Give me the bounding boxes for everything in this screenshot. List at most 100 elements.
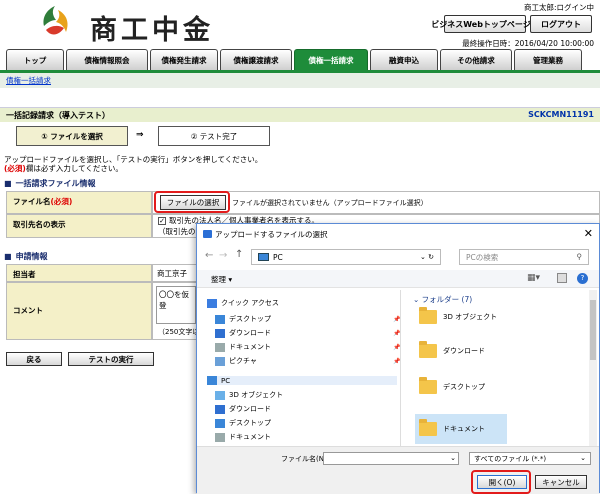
tab-6[interactable]: その他請求: [440, 49, 512, 70]
filetype-select[interactable]: すべてのファイル (*.*) ⌄: [469, 452, 591, 465]
comment-limit: （250文字以: [158, 328, 200, 336]
search-box[interactable]: PCの検索 ⚲: [459, 249, 589, 265]
nav-item[interactable]: デスクトップ 📌: [215, 314, 400, 324]
instruction-line-2: (必須)欄は必ず入力してください。: [4, 163, 123, 174]
file-status-text: ファイルが選択されていません（アップロードファイル選択）: [232, 199, 428, 207]
nav-item-label: ピクチャ: [229, 357, 257, 365]
section-upload-title: 一括請求ファイル情報: [15, 179, 96, 188]
comment-label: コメント: [6, 282, 152, 340]
page-title-bar: 一括記録請求（導入テスト） SCKCMN11191: [0, 107, 600, 122]
comment-textarea[interactable]: 〇〇を仮登: [156, 286, 196, 324]
nav-item[interactable]: デスクトップ: [215, 418, 271, 428]
user-status: 商工太郎:ログイン中: [523, 3, 594, 12]
counterparty-label: 取引先名の表示: [6, 214, 152, 238]
logo-mark-icon: [43, 6, 68, 35]
folder-label: デスクトップ: [443, 383, 485, 391]
nav-item-label: ダウンロード: [229, 329, 271, 337]
pin-icon: 📌: [393, 315, 401, 323]
folder-group-header: ⌄ フォルダー (7): [413, 295, 473, 304]
back-arrow-icon[interactable]: ←: [205, 250, 213, 261]
pin-icon: 📌: [393, 329, 401, 337]
step-arrow: ⇒: [136, 130, 144, 140]
tab-4[interactable]: 債権一括請求: [294, 49, 368, 70]
folder-group-label: フォルダー (7): [421, 295, 473, 304]
vertical-scrollbar[interactable]: [589, 290, 597, 466]
run-test-button[interactable]: テストの実行: [68, 352, 154, 366]
nav-item-label: 3D オブジェクト: [229, 391, 284, 399]
tab-5[interactable]: 融資申込: [370, 49, 438, 70]
view-options-icon[interactable]: ▦▾: [527, 273, 540, 283]
folder-item[interactable]: デスクトップ: [419, 377, 485, 394]
breadcrumb: 債権一括請求: [0, 73, 600, 88]
file-required-mark: (必須): [50, 197, 73, 206]
filetype-value: すべてのファイル (*.*): [474, 455, 547, 463]
nav-item-label: ダウンロード: [229, 405, 271, 413]
logo-text: 商工中金: [90, 15, 214, 46]
forward-arrow-icon[interactable]: →: [219, 250, 227, 261]
folder-item[interactable]: ダウンロード: [419, 341, 485, 358]
nav-item-label: クイック アクセス: [221, 299, 279, 307]
organize-menu[interactable]: 整理 ▾: [211, 274, 232, 285]
section-applicant-heading: ■ 申請情報: [4, 252, 48, 261]
browser-icon: [203, 230, 212, 238]
required-note: 欄は必ず入力してください。: [25, 164, 123, 173]
navigation-pane: クイック アクセス デスクトップ 📌 ダウンロード 📌 ドキュメント 📌 ピクチャ 📌 PC 3D …: [203, 290, 401, 466]
nav-item-label: ドキュメント: [229, 433, 271, 441]
tab-7[interactable]: 管理業務: [514, 49, 582, 70]
file-list-pane: ⌄ フォルダー (7) 3D オブジェクトダウンロードデスクトップドキュメント: [407, 290, 589, 466]
scroll-thumb[interactable]: [590, 300, 596, 360]
breadcrumb-link[interactable]: 債権一括請求: [6, 76, 51, 85]
folder-icon: [419, 419, 437, 436]
back-button[interactable]: 戻る: [6, 352, 62, 366]
address-path: PC: [273, 252, 283, 262]
dialog-toolbar: 整理 ▾ ▦▾ ?: [197, 270, 599, 288]
search-placeholder: PCの検索: [466, 253, 499, 262]
cancel-button[interactable]: キャンセル: [535, 475, 587, 489]
dialog-title-bar: アップロードするファイルの選択 ✕: [197, 224, 599, 244]
folder-item[interactable]: ドキュメント: [415, 414, 507, 444]
tab-1[interactable]: 債権情報照会: [66, 49, 148, 70]
highlight-choose-file: [154, 191, 230, 213]
logout-button[interactable]: ログアウト: [530, 15, 592, 33]
tab-3[interactable]: 債権譲渡請求: [220, 49, 292, 70]
file-label-text: ファイル名: [13, 197, 51, 206]
site-top-button[interactable]: ビジネスWebトップページへ: [431, 15, 539, 33]
filename-input[interactable]: ⌄: [323, 452, 459, 465]
nav-item-label: ドキュメント: [229, 343, 271, 351]
filename-dropdown-icon[interactable]: ⌄: [450, 454, 456, 462]
highlight-open-button: [471, 470, 531, 494]
close-icon[interactable]: ✕: [584, 227, 593, 240]
nav-item-label: デスクトップ: [229, 419, 271, 427]
dialog-nav-bar: ← → ↑ PC ⌄ ↻ PCの検索 ⚲: [197, 246, 599, 268]
nav-item[interactable]: ドキュメント 📌: [215, 342, 400, 352]
nav-item[interactable]: 3D オブジェクト: [215, 390, 283, 400]
logo: 商工中金: [38, 4, 238, 46]
path-dropdown-icon[interactable]: ⌄ ↻: [420, 253, 434, 261]
address-bar[interactable]: PC ⌄ ↻: [251, 249, 441, 265]
nav-item[interactable]: ダウンロード: [215, 404, 271, 414]
pin-icon: 📌: [393, 343, 401, 351]
step-select-file: ① ファイルを選択: [16, 126, 128, 146]
desktop-icon: [215, 418, 225, 428]
nav-item[interactable]: クイック アクセス: [207, 298, 279, 308]
tab-2[interactable]: 債権発生請求: [150, 49, 218, 70]
dialog-title: アップロードするファイルの選択: [215, 229, 328, 239]
nav-item[interactable]: ダウンロード 📌: [215, 328, 400, 338]
nav-item[interactable]: ピクチャ 📌: [215, 356, 400, 366]
nav-item[interactable]: ドキュメント: [215, 432, 271, 442]
folder-label: 3D オブジェクト: [443, 313, 498, 321]
person-label: 担当者: [6, 264, 152, 282]
up-arrow-icon[interactable]: ↑: [235, 249, 243, 260]
download-icon: [215, 328, 225, 338]
preview-pane-icon[interactable]: [557, 273, 567, 283]
help-icon[interactable]: ?: [577, 273, 588, 284]
page-title: 一括記録請求（導入テスト）: [6, 111, 110, 120]
step-test-complete: ② テスト完了: [158, 126, 270, 146]
tab-0[interactable]: トップ: [6, 49, 64, 70]
nav-item-label: PC: [221, 376, 231, 385]
filetype-dropdown-icon: ⌄: [580, 454, 586, 462]
folder-item[interactable]: 3D オブジェクト: [419, 307, 498, 324]
counterparty-checkbox[interactable]: ✓: [158, 216, 166, 225]
nav-item[interactable]: PC: [207, 376, 397, 385]
nav-item-label: デスクトップ: [229, 315, 271, 323]
